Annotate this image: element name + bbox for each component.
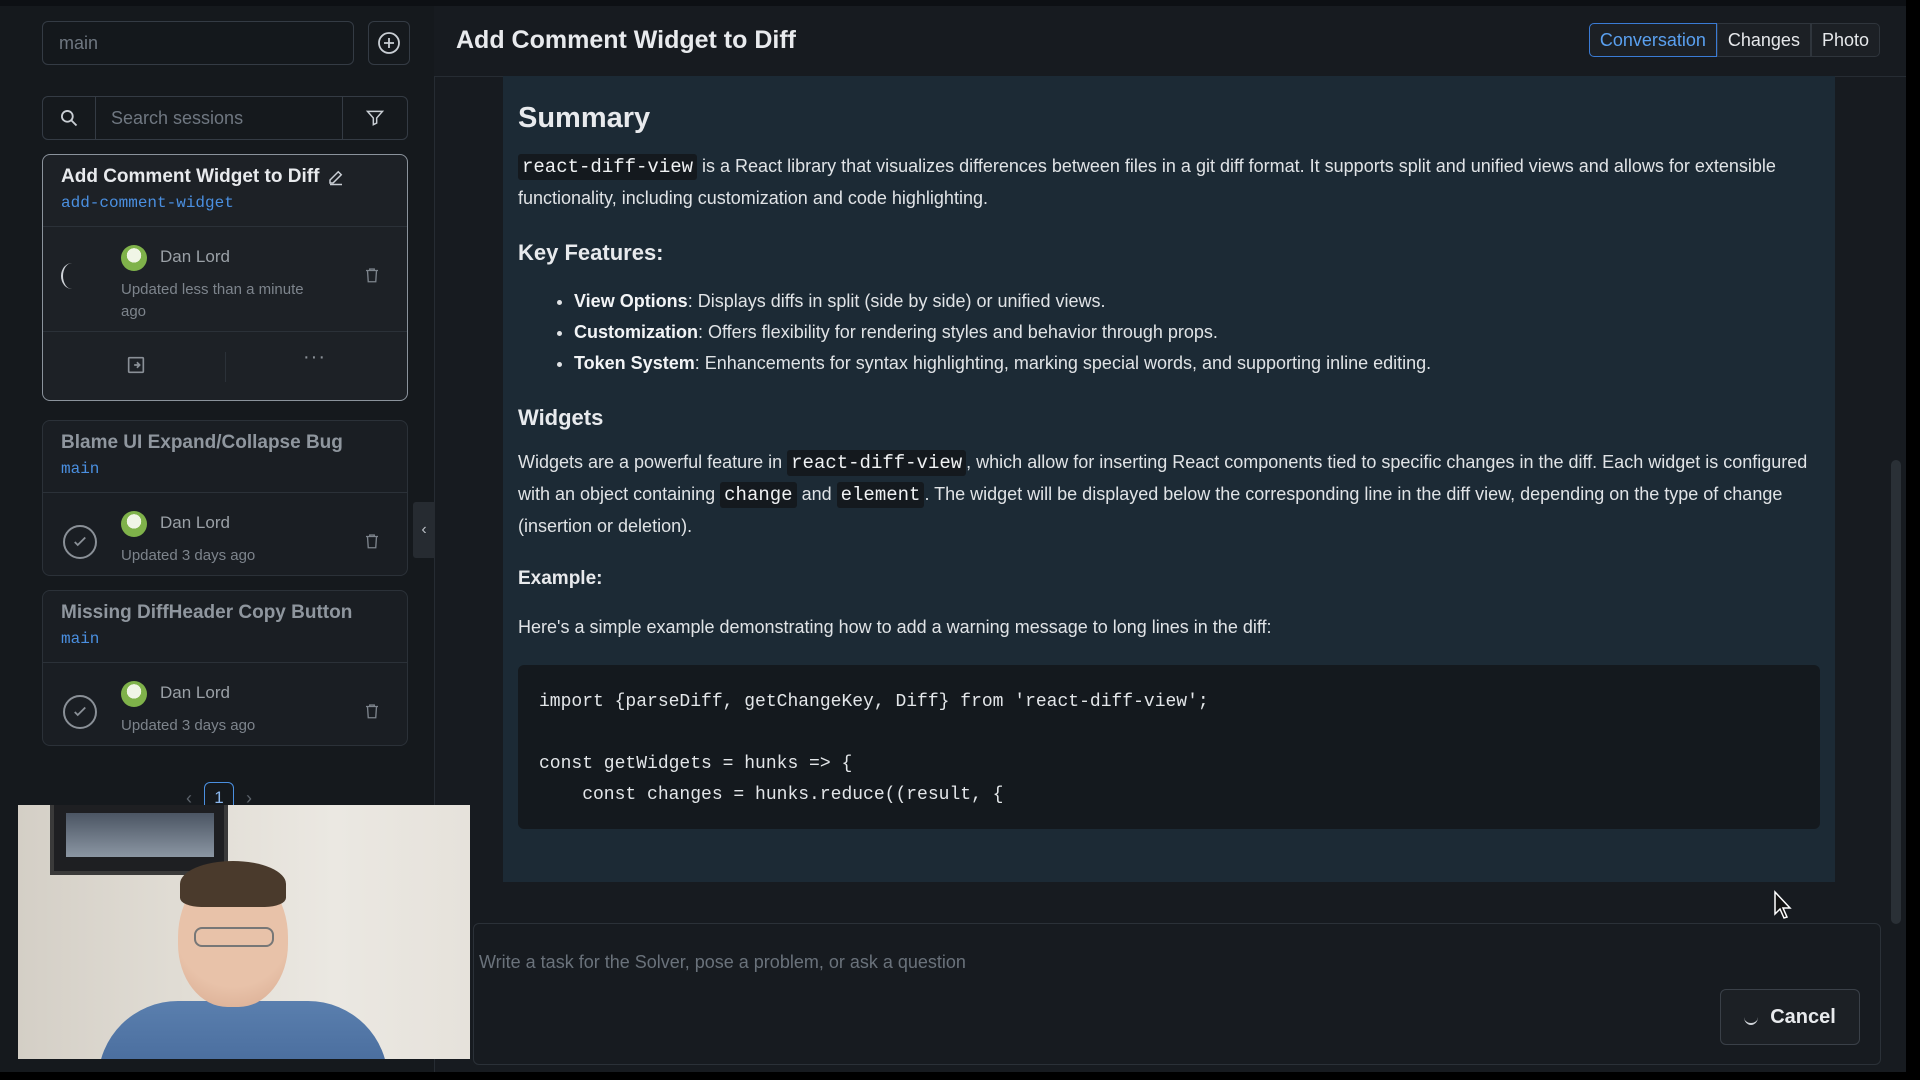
mouse-cursor-icon — [1774, 890, 1792, 919]
assistant-message: Summary react-diff-view is a React libra… — [503, 76, 1835, 882]
branch-input[interactable]: main — [42, 21, 354, 65]
example-paragraph: Here's a simple example demonstrating ho… — [518, 617, 1272, 637]
session-title: Add Comment Widget to Diff — [61, 166, 320, 187]
page-title: Add Comment Widget to Diff — [456, 26, 797, 54]
session-card[interactable]: Missing DiffHeader Copy Button main Dan … — [42, 590, 408, 746]
cancel-button[interactable]: Cancel — [1720, 989, 1860, 1045]
filter-button[interactable] — [342, 97, 407, 139]
inline-code: change — [720, 482, 797, 508]
composer-input[interactable]: Write a task for the Solver, pose a prob… — [479, 952, 966, 973]
session-updated: Updated 3 days ago — [121, 717, 256, 734]
session-title: Blame UI Expand/Collapse Bug — [61, 432, 343, 453]
code-block[interactable]: import {parseDiff, getChangeKey, Diff} f… — [518, 665, 1820, 829]
inline-code: react-diff-view — [787, 450, 967, 476]
presenter-hair — [180, 861, 286, 907]
running-spinner-icon — [61, 263, 83, 289]
list-item: View Options: Displays diffs in split (s… — [574, 286, 1818, 317]
feature-name: Token System — [574, 353, 695, 373]
summary-paragraph: react-diff-view is a React library that … — [518, 151, 1818, 214]
new-session-button[interactable] — [368, 21, 410, 65]
session-card-header: Missing DiffHeader Copy Button main — [43, 591, 407, 663]
list-item: Token System: Enhancements for syntax hi… — [574, 348, 1818, 379]
completed-check-icon — [63, 695, 97, 729]
completed-check-icon — [63, 525, 97, 559]
search-button[interactable] — [43, 97, 96, 139]
feature-name: View Options — [574, 291, 688, 311]
trash-icon[interactable] — [363, 531, 381, 551]
feature-name: Customization — [574, 322, 698, 342]
app-window: main Search sessions Add Comment Widget … — [0, 0, 1906, 1072]
avatar — [121, 511, 147, 537]
inline-code: element — [836, 482, 925, 508]
plus-circle-icon — [378, 32, 400, 54]
session-card[interactable]: Add Comment Widget to Diff add-comment-w… — [42, 154, 408, 401]
search-icon — [60, 110, 78, 127]
tab-conversation[interactable]: Conversation — [1588, 23, 1717, 57]
main-header: Add Comment Widget to Diff Conversation … — [434, 6, 1906, 77]
text: and — [796, 484, 837, 504]
presenter-shirt — [98, 1001, 388, 1059]
task-composer[interactable]: Write a task for the Solver, pose a prob… — [473, 923, 1881, 1065]
feature-desc: : Offers flexibility for rendering style… — [698, 322, 1218, 342]
session-updated: Updated less than a minute ago — [121, 281, 304, 320]
avatar — [121, 681, 147, 707]
inline-code: react-diff-view — [518, 154, 698, 180]
tab-photo[interactable]: Photo — [1810, 23, 1880, 57]
features-heading: Key Features: — [518, 240, 664, 265]
session-branch: add-comment-widget — [61, 194, 234, 212]
trash-icon[interactable] — [363, 265, 381, 285]
summary-heading: Summary — [518, 102, 651, 134]
session-updated: Updated 3 days ago — [121, 547, 256, 564]
session-branch: main — [61, 630, 100, 648]
summary-text: is a React library that visualizes diffe… — [518, 156, 1776, 208]
session-search: Search sessions — [42, 96, 408, 140]
filter-icon — [365, 110, 385, 126]
session-card[interactable]: Blame UI Expand/Collapse Bug main Dan Lo… — [42, 420, 408, 576]
session-title: Missing DiffHeader Copy Button — [61, 602, 353, 623]
features-list: View Options: Displays diffs in split (s… — [518, 286, 1818, 379]
widgets-heading: Widgets — [518, 405, 604, 430]
presenter-glasses — [194, 927, 274, 947]
avatar — [121, 245, 147, 271]
open-panel-icon[interactable] — [125, 354, 147, 376]
more-options-icon[interactable]: ··· — [303, 346, 326, 369]
example-heading: Example: — [518, 568, 603, 589]
cancel-label: Cancel — [1770, 1005, 1836, 1028]
search-input[interactable]: Search sessions — [96, 97, 342, 139]
feature-desc: : Displays diffs in split (side by side)… — [687, 291, 1106, 311]
divider — [225, 352, 226, 382]
session-card-actions: ··· — [43, 331, 407, 400]
trash-icon[interactable] — [363, 701, 381, 721]
feature-desc: : Enhancements for syntax highlighting, … — [694, 353, 1432, 373]
collapse-sidebar-chevron-icon[interactable]: ‹ — [413, 502, 435, 558]
webcam-overlay — [18, 805, 470, 1059]
loading-spinner-icon — [1744, 1009, 1759, 1025]
edit-icon[interactable] — [327, 168, 345, 186]
session-user: Dan Lord — [160, 513, 230, 532]
session-card-header: Add Comment Widget to Diff add-comment-w… — [43, 155, 407, 227]
text: Widgets are a powerful feature in — [518, 452, 788, 472]
session-card-header: Blame UI Expand/Collapse Bug main — [43, 421, 407, 493]
scrollbar[interactable] — [1891, 460, 1901, 924]
session-branch: main — [61, 460, 100, 478]
session-user: Dan Lord — [160, 683, 230, 702]
code-line: const getWidgets = hunks => { — [539, 754, 853, 774]
code-line: import {parseDiff, getChangeKey, Diff} f… — [539, 692, 1209, 712]
tab-changes[interactable]: Changes — [1716, 23, 1811, 57]
code-line: const changes = hunks.reduce((result, { — [539, 785, 1004, 805]
session-user: Dan Lord — [160, 247, 230, 266]
view-tabs: Conversation Changes Photo — [1588, 23, 1880, 57]
list-item: Customization: Offers flexibility for re… — [574, 317, 1818, 348]
widgets-paragraph: Widgets are a powerful feature in react-… — [518, 447, 1818, 542]
